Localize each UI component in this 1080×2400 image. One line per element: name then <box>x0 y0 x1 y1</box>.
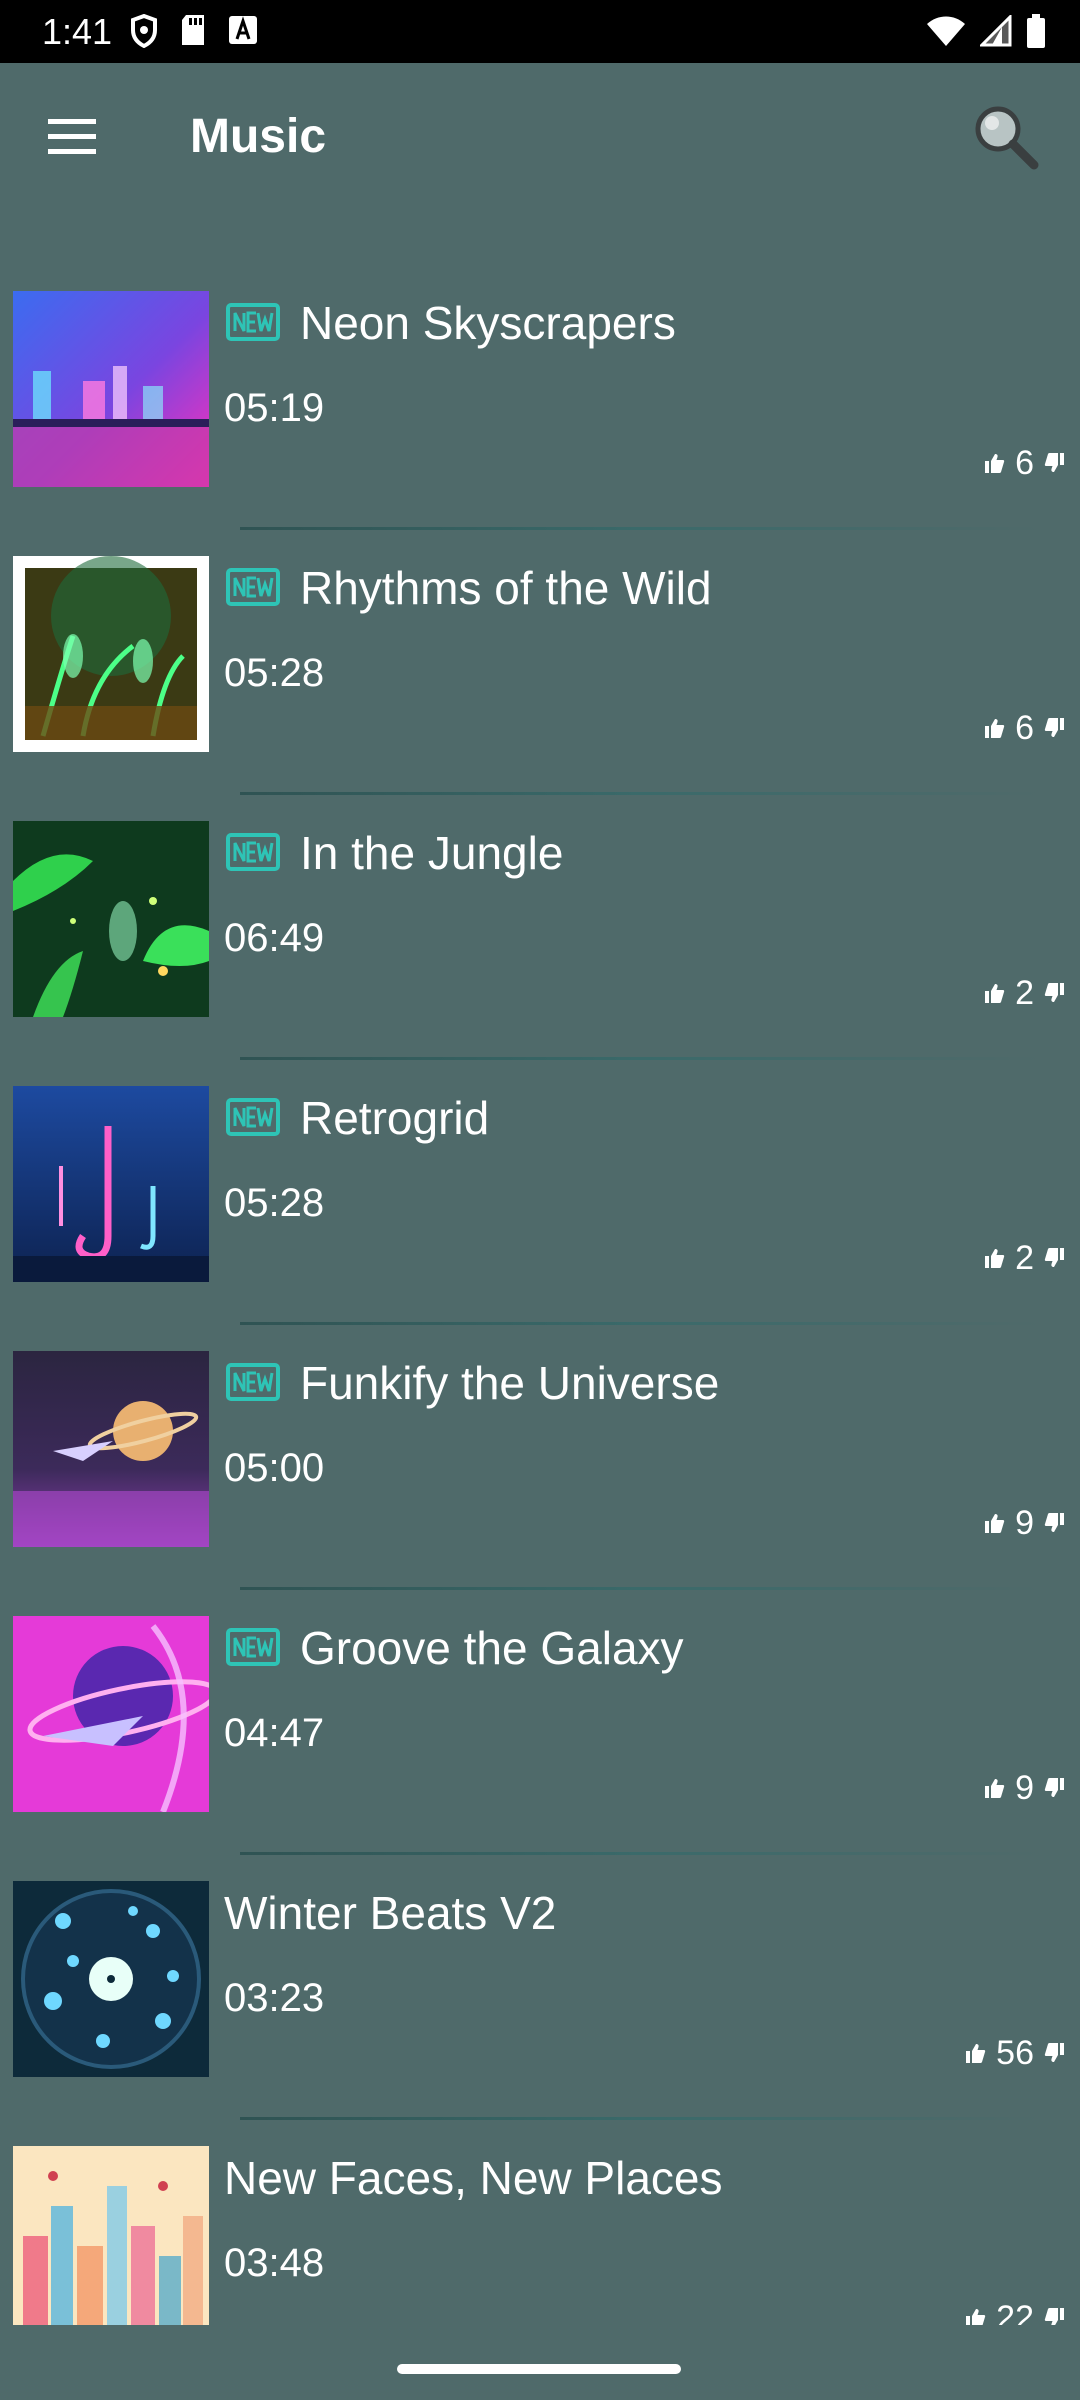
likes-count: 9 <box>1015 1769 1034 1807</box>
vote-controls: 9 <box>983 1768 1066 1808</box>
track-title: Funkify the Universe <box>300 1357 720 1409</box>
track-duration: 05:28 <box>224 651 325 695</box>
album-cover <box>13 1881 209 2077</box>
track-title: New Faces, New Places <box>224 2152 723 2204</box>
album-cover <box>13 1086 209 1282</box>
likes-count: 6 <box>1015 444 1034 482</box>
thumbs-up-icon[interactable] <box>983 982 1005 1004</box>
battery-icon <box>1027 14 1045 48</box>
track-row[interactable]: Rhythms of the Wild 05:28 6 <box>0 530 1080 795</box>
album-cover <box>13 2146 209 2325</box>
likes-count: 6 <box>1015 709 1034 747</box>
track-row[interactable]: Winter Beats V2 03:23 56 <box>0 1855 1080 2120</box>
thumbs-down-icon[interactable] <box>1044 982 1066 1004</box>
thumbs-down-icon[interactable] <box>1044 1512 1066 1534</box>
thumbs-down-icon[interactable] <box>1044 2042 1066 2064</box>
wifi-icon <box>927 16 965 46</box>
vote-controls: 2 <box>983 1238 1066 1278</box>
new-badge-icon <box>226 1628 280 1666</box>
shield-icon <box>131 14 157 48</box>
thumbs-down-icon[interactable] <box>1044 1247 1066 1269</box>
menu-button[interactable] <box>34 105 110 169</box>
thumbs-up-icon[interactable] <box>983 1247 1005 1269</box>
track-duration: 06:49 <box>224 916 325 960</box>
album-cover <box>13 1351 209 1547</box>
thumbs-up-icon[interactable] <box>964 2307 986 2325</box>
track-title: In the Jungle <box>300 827 564 879</box>
likes-count: 2 <box>1015 1239 1034 1277</box>
thumbs-up-icon[interactable] <box>983 1512 1005 1534</box>
gesture-nav-handle[interactable] <box>397 2364 681 2374</box>
thumbs-up-icon[interactable] <box>983 1777 1005 1799</box>
vote-controls: 2 <box>983 973 1066 1013</box>
track-duration: 05:28 <box>224 1181 325 1225</box>
track-title: Winter Beats V2 <box>224 1887 557 1939</box>
vote-controls: 6 <box>983 708 1066 748</box>
page-title: Music <box>190 110 327 163</box>
track-title: Retrogrid <box>300 1092 490 1144</box>
track-title: Rhythms of the Wild <box>300 562 712 614</box>
likes-count: 9 <box>1015 1504 1034 1542</box>
font-icon <box>229 16 257 44</box>
likes-count: 22 <box>996 2299 1034 2325</box>
signal-icon <box>980 15 1012 47</box>
track-row[interactable]: In the Jungle 06:49 2 <box>0 795 1080 1060</box>
status-time: 1:41 <box>42 11 113 52</box>
new-badge-icon <box>226 1098 280 1136</box>
album-cover <box>13 291 209 487</box>
likes-count: 2 <box>1015 974 1034 1012</box>
track-title: Neon Skyscrapers <box>300 297 676 349</box>
thumbs-up-icon[interactable] <box>964 2042 986 2064</box>
status-system-icons <box>926 14 1046 48</box>
likes-count: 56 <box>996 2034 1034 2072</box>
thumbs-down-icon[interactable] <box>1044 1777 1066 1799</box>
track-row[interactable]: Neon Skyscrapers 05:19 6 <box>0 265 1080 530</box>
track-row[interactable]: New Faces, New Places 03:48 22 <box>0 2120 1080 2325</box>
thumbs-up-icon[interactable] <box>983 717 1005 739</box>
vote-controls: 22 <box>964 2298 1066 2325</box>
track-duration: 03:23 <box>224 1976 325 2020</box>
track-title: Groove the Galaxy <box>300 1622 684 1674</box>
album-cover <box>13 821 209 1017</box>
thumbs-down-icon[interactable] <box>1044 452 1066 474</box>
thumbs-down-icon[interactable] <box>1044 717 1066 739</box>
album-cover <box>13 556 209 752</box>
track-row[interactable]: Funkify the Universe 05:00 9 <box>0 1325 1080 1590</box>
new-badge-icon <box>226 1363 280 1401</box>
search-icon <box>975 106 1039 170</box>
new-badge-icon <box>226 568 280 606</box>
track-list[interactable]: Neon Skyscrapers 05:19 6 Rhythms of the Wi… <box>0 265 1080 2325</box>
vote-controls: 56 <box>964 2033 1066 2073</box>
new-badge-icon <box>226 303 280 341</box>
track-duration: 04:47 <box>224 1711 325 1755</box>
track-duration: 05:00 <box>224 1446 325 1490</box>
search-button[interactable] <box>968 99 1042 173</box>
track-row[interactable]: Retrogrid 05:28 2 <box>0 1060 1080 1325</box>
track-duration: 05:19 <box>224 386 325 430</box>
status-notification-icons <box>130 14 258 48</box>
new-badge-icon <box>226 833 280 871</box>
hamburger-menu-icon <box>48 119 96 154</box>
vote-controls: 6 <box>983 443 1066 483</box>
track-row[interactable]: Groove the Galaxy 04:47 9 <box>0 1590 1080 1855</box>
album-cover <box>13 1616 209 1812</box>
vote-controls: 9 <box>983 1503 1066 1543</box>
sd-card-icon <box>182 15 204 45</box>
thumbs-up-icon[interactable] <box>983 452 1005 474</box>
app-bar: Music <box>0 63 1080 213</box>
track-duration: 03:48 <box>224 2241 325 2285</box>
thumbs-down-icon[interactable] <box>1044 2307 1066 2325</box>
status-bar: 1:41 <box>0 0 1080 63</box>
